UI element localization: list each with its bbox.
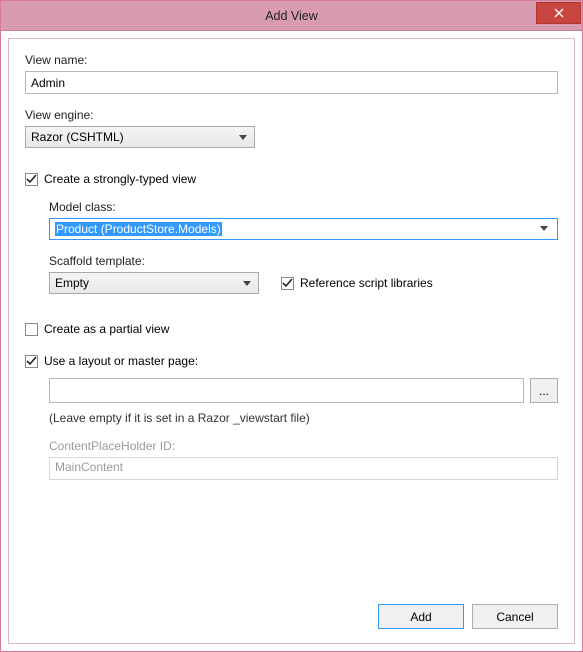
view-engine-value: Razor (CSHTML) — [31, 130, 236, 144]
browse-layout-button[interactable]: ... — [530, 378, 558, 403]
reference-scripts-row: Reference script libraries — [281, 276, 433, 290]
reference-scripts-checkbox[interactable] — [281, 277, 294, 290]
chevron-down-icon — [236, 130, 250, 144]
content-placeholder-label: ContentPlaceHolder ID: — [49, 439, 558, 453]
partial-view-label: Create as a partial view — [44, 322, 169, 336]
dialog-content: View name: View engine: Razor (CSHTML) C… — [8, 38, 575, 644]
layout-path-input[interactable] — [49, 378, 524, 403]
chevron-down-icon — [533, 219, 553, 239]
add-view-dialog: Add View View name: View engine: Razor (… — [0, 0, 583, 652]
view-name-input[interactable] — [25, 71, 558, 94]
scaffold-template-label: Scaffold template: — [49, 254, 558, 268]
partial-view-checkbox[interactable] — [25, 323, 38, 336]
scaffold-template-select[interactable]: Empty — [49, 272, 259, 294]
use-layout-label: Use a layout or master page: — [44, 354, 198, 368]
partial-view-row: Create as a partial view — [25, 322, 558, 336]
view-engine-label: View engine: — [25, 108, 558, 122]
strongly-typed-checkbox[interactable] — [25, 173, 38, 186]
titlebar: Add View — [1, 1, 582, 31]
view-name-label: View name: — [25, 53, 558, 67]
chevron-down-icon — [240, 276, 254, 290]
layout-hint: (Leave empty if it is set in a Razor _vi… — [49, 411, 558, 425]
check-icon — [26, 174, 37, 185]
model-class-label: Model class: — [49, 200, 558, 214]
window-title: Add View — [1, 9, 582, 23]
strongly-typed-row: Create a strongly-typed view — [25, 172, 558, 186]
use-layout-checkbox[interactable] — [25, 355, 38, 368]
dialog-buttons: Add Cancel — [378, 604, 558, 629]
model-class-select[interactable]: Product (ProductStore.Models) — [49, 218, 558, 240]
close-button[interactable] — [536, 2, 581, 24]
content-placeholder-input: MainContent — [49, 457, 558, 480]
use-layout-row: Use a layout or master page: — [25, 354, 558, 368]
close-icon — [554, 8, 564, 18]
cancel-button[interactable]: Cancel — [472, 604, 558, 629]
ellipsis-icon: ... — [539, 384, 549, 398]
scaffold-template-value: Empty — [55, 276, 240, 290]
model-class-value: Product (ProductStore.Models) — [55, 222, 222, 236]
add-button[interactable]: Add — [378, 604, 464, 629]
view-engine-select[interactable]: Razor (CSHTML) — [25, 126, 255, 148]
check-icon — [282, 278, 293, 289]
check-icon — [26, 356, 37, 367]
strongly-typed-label: Create a strongly-typed view — [44, 172, 196, 186]
reference-scripts-label: Reference script libraries — [300, 276, 433, 290]
